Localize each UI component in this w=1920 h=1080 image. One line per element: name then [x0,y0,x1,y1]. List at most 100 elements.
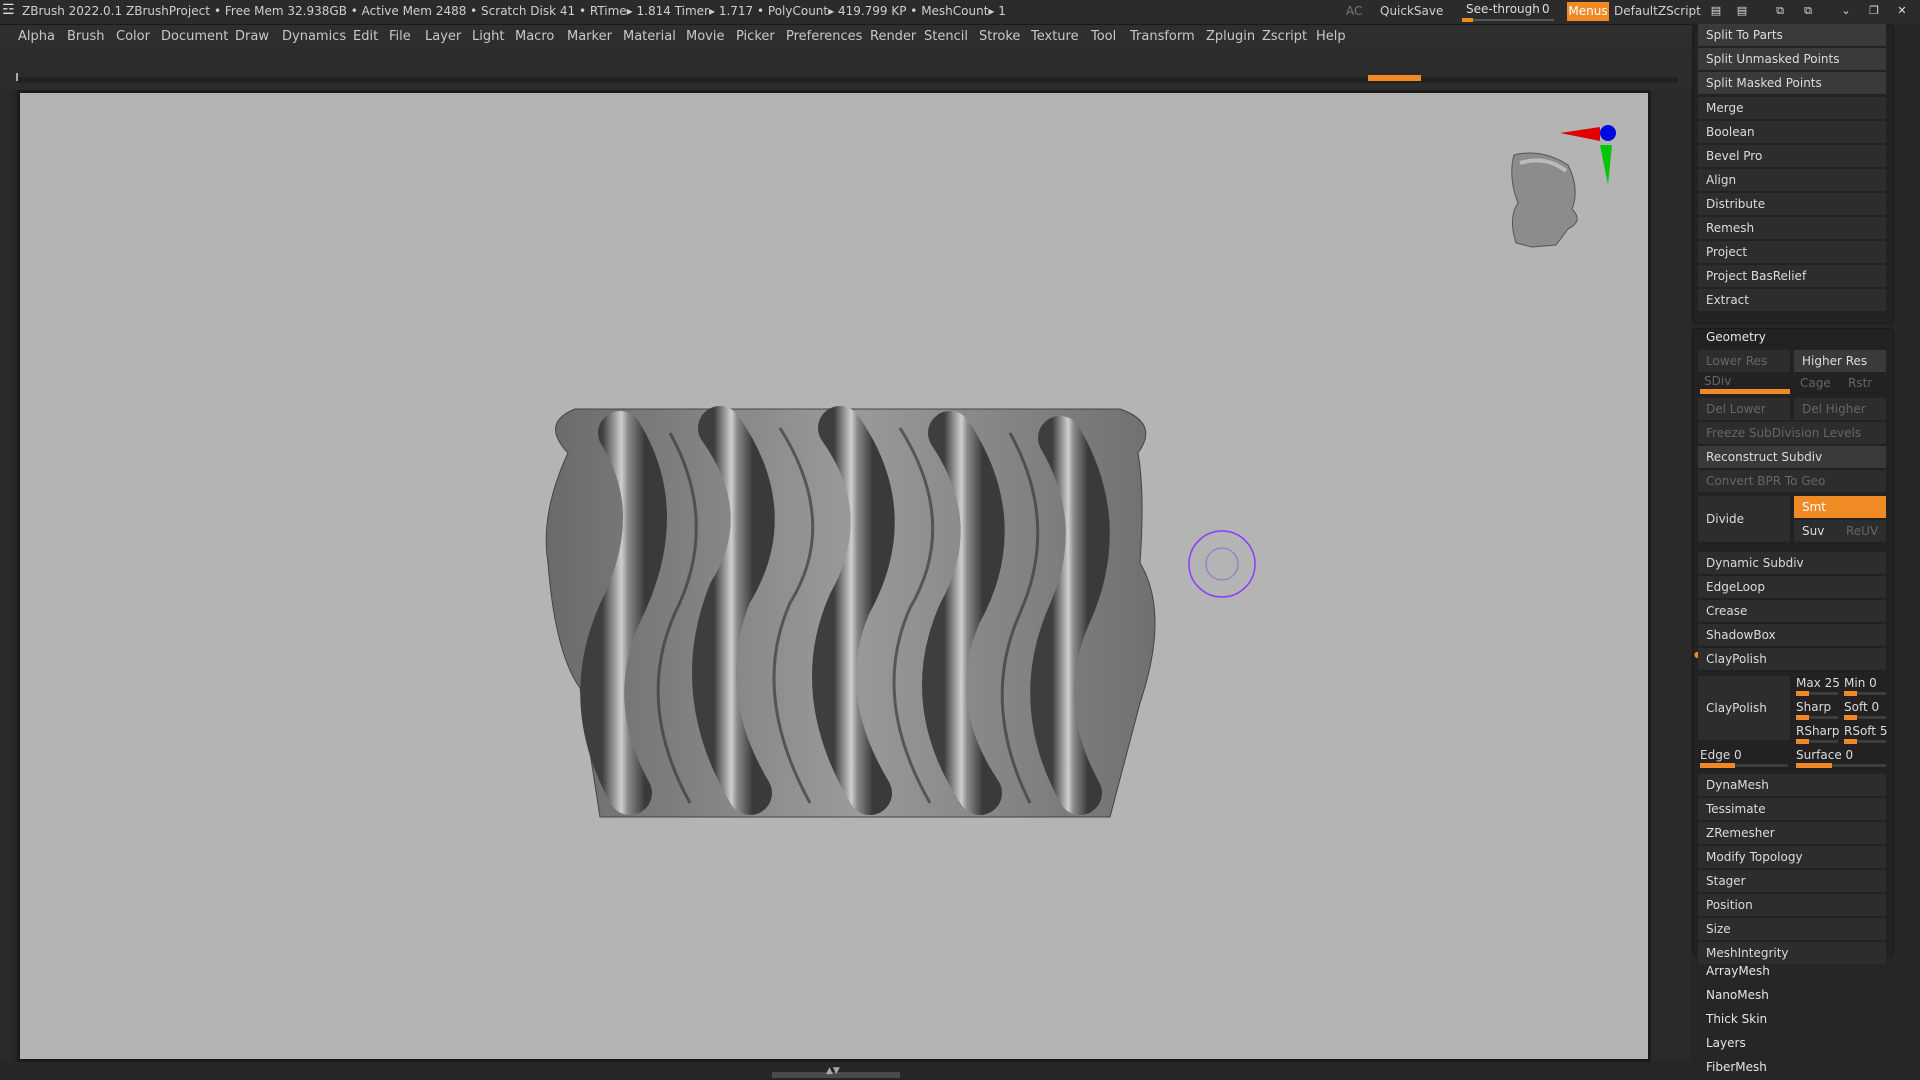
max-slider[interactable] [1796,691,1838,696]
distribute-button[interactable]: Distribute [1698,193,1886,215]
tessimate-subpalette[interactable]: Tessimate [1698,798,1886,820]
del-higher-button[interactable]: Del Higher [1794,398,1886,420]
menu-draw[interactable]: Draw [235,29,269,44]
dynamic-subdiv-subpalette[interactable]: Dynamic Subdiv [1698,552,1886,574]
crease-subpalette[interactable]: Crease [1698,600,1886,622]
rsoft-slider[interactable] [1844,739,1886,744]
split-to-parts-button[interactable]: Split To Parts [1698,24,1886,46]
cage-button[interactable]: Cage [1800,376,1831,390]
menu-file[interactable]: File [389,29,411,44]
menu-picker[interactable]: Picker [736,29,775,44]
maximize-icon[interactable]: ❐ [1866,4,1882,18]
reuv-button[interactable]: ReUV [1838,520,1886,542]
divide-button[interactable]: Divide [1698,496,1790,542]
reconstruct-subdiv-button[interactable]: Reconstruct Subdiv [1698,446,1886,468]
navigation-head-icon[interactable] [1511,152,1578,248]
shadowbox-subpalette[interactable]: ShadowBox [1698,624,1886,646]
position-subpalette[interactable]: Position [1698,894,1886,916]
zbrush-logo-icon[interactable]: ☲ [2,2,15,18]
menu-texture[interactable]: Texture [1031,29,1079,44]
sculpt-mesh[interactable] [545,406,1156,818]
claypolish-button[interactable]: ClayPolish [1698,676,1790,740]
quicksave-button[interactable]: QuickSave [1380,4,1443,18]
menu-light[interactable]: Light [472,29,504,44]
menu-zscript[interactable]: Zscript [1262,29,1307,44]
ac-toggle[interactable]: AC [1346,4,1362,18]
size-subpalette[interactable]: Size [1698,918,1886,940]
document-canvas[interactable] [20,93,1648,1059]
menus-button[interactable]: Menus [1567,2,1609,21]
menu-transform[interactable]: Transform [1130,29,1195,44]
layout-narrow-icon[interactable]: ▤ [1734,4,1750,18]
bevel-pro-button[interactable]: Bevel Pro [1698,145,1886,167]
menu-brush[interactable]: Brush [67,29,105,44]
menu-render[interactable]: Render [870,29,916,44]
project-basrelief-button[interactable]: Project BasRelief [1698,265,1886,287]
menu-stroke[interactable]: Stroke [979,29,1020,44]
align-button[interactable]: Align [1698,169,1886,191]
menu-movie[interactable]: Movie [686,29,724,44]
cascade-windows-icon[interactable]: ⧉ [1772,4,1788,18]
claypolish-subpalette[interactable]: ClayPolish [1698,648,1886,670]
arraymesh-section[interactable]: ArrayMesh [1706,964,1770,978]
rstr-button[interactable]: Rstr [1848,376,1872,390]
freeze-subdivision-button[interactable]: Freeze SubDivision Levels [1698,422,1886,444]
thick-skin-section[interactable]: Thick Skin [1706,1012,1767,1026]
menu-document[interactable]: Document [161,29,228,44]
sdiv-slider[interactable] [1700,389,1790,394]
rsharp-slider[interactable] [1796,739,1838,744]
restore-windows-icon[interactable]: ⧉ [1800,4,1816,18]
smt-toggle[interactable]: Smt [1794,496,1886,518]
menu-stencil[interactable]: Stencil [924,29,968,44]
stager-subpalette[interactable]: Stager [1698,870,1886,892]
tray-toggle-icon[interactable]: ▲▼ [826,1066,840,1076]
see-through-slider[interactable]: See-through 0 [1462,0,1554,24]
menu-alpha[interactable]: Alpha [18,29,55,44]
dynamesh-subpalette[interactable]: DynaMesh [1698,774,1886,796]
menu-tool[interactable]: Tool [1091,29,1116,44]
menu-macro[interactable]: Macro [515,29,554,44]
close-icon[interactable]: ✕ [1894,4,1910,18]
project-name[interactable]: ZBrushProject [126,4,210,18]
soft-slider[interactable] [1844,715,1886,720]
menu-zplugin[interactable]: Zplugin [1206,29,1255,44]
menu-material[interactable]: Material [623,29,676,44]
layers-section[interactable]: Layers [1706,1036,1746,1050]
layout-wide-icon[interactable]: ▤ [1708,4,1724,18]
project-button[interactable]: Project [1698,241,1886,263]
del-lower-button[interactable]: Del Lower [1698,398,1790,420]
menu-dynamics[interactable]: Dynamics [282,29,346,44]
convert-bpr-button[interactable]: Convert BPR To Geo [1698,470,1886,492]
surface-slider[interactable] [1796,763,1886,768]
menu-help[interactable]: Help [1316,29,1346,44]
geometry-section-title[interactable]: Geometry [1706,330,1766,344]
lower-res-button[interactable]: Lower Res [1698,350,1790,372]
menu-color[interactable]: Color [116,29,150,44]
suv-toggle[interactable]: Suv [1794,520,1838,542]
merge-button[interactable]: Merge [1698,97,1886,119]
default-zscript-button[interactable]: DefaultZScript [1614,4,1701,18]
right-tray[interactable] [1651,90,1691,1062]
extract-button[interactable]: Extract [1698,289,1886,311]
edgeloop-subpalette[interactable]: EdgeLoop [1698,576,1886,598]
meshintegrity-subpalette[interactable]: MeshIntegrity [1698,942,1886,964]
min-slider[interactable] [1844,691,1886,696]
nanomesh-section[interactable]: NanoMesh [1706,988,1769,1002]
zremesher-subpalette[interactable]: ZRemesher [1698,822,1886,844]
shelf-indicator[interactable] [1368,75,1421,81]
fibermesh-section[interactable]: FiberMesh [1706,1060,1767,1074]
menu-layer[interactable]: Layer [425,29,461,44]
modify-topology-subpalette[interactable]: Modify Topology [1698,846,1886,868]
edge-slider[interactable] [1700,763,1788,768]
menu-preferences[interactable]: Preferences [786,29,862,44]
higher-res-button[interactable]: Higher Res [1794,350,1886,372]
remesh-button[interactable]: Remesh [1698,217,1886,239]
menu-marker[interactable]: Marker [567,29,612,44]
split-masked-points-button[interactable]: Split Masked Points [1698,72,1886,94]
split-unmasked-points-button[interactable]: Split Unmasked Points [1698,48,1886,70]
minimize-icon[interactable]: ⌄ [1838,4,1854,18]
sharp-slider[interactable] [1796,715,1838,720]
boolean-button[interactable]: Boolean [1698,121,1886,143]
menu-edit[interactable]: Edit [353,29,378,44]
left-tray[interactable] [0,90,12,1062]
